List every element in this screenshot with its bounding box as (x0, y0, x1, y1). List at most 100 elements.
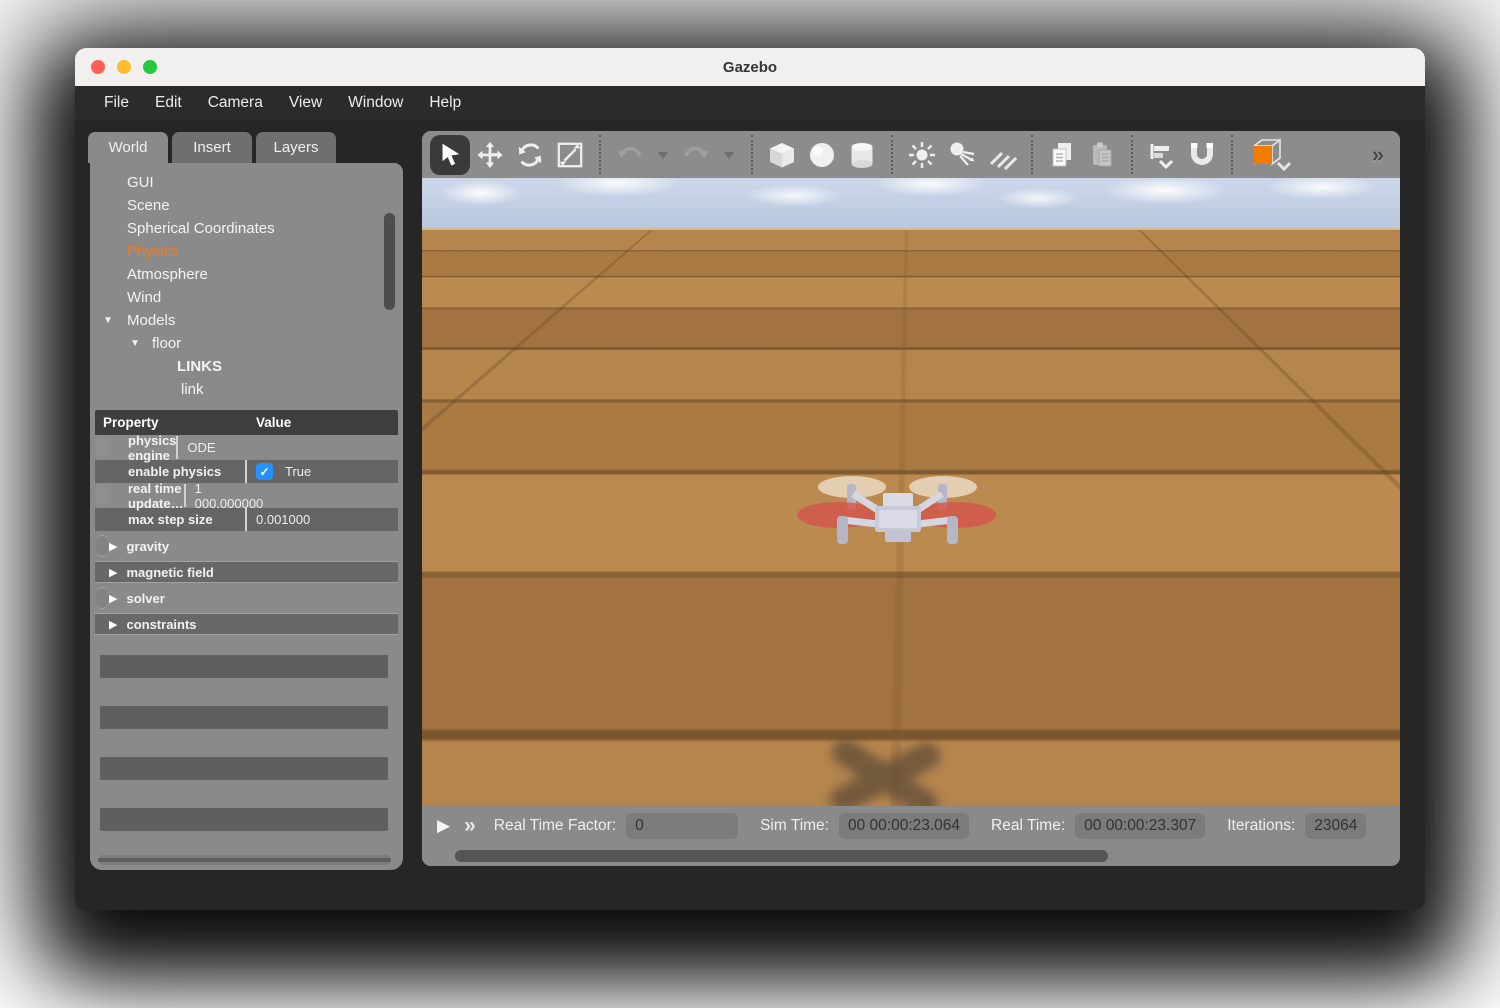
tree-scrollbar[interactable] (384, 213, 395, 310)
box-icon (767, 140, 797, 170)
toolbar-separator (751, 135, 753, 174)
tree-item-models[interactable]: ▼ Models (90, 309, 403, 332)
column-header-property: Property (95, 415, 247, 430)
property-group-magnetic-field[interactable]: ▶ magnetic field (95, 561, 398, 583)
undo-history-dropdown[interactable] (650, 135, 676, 175)
rotate-tool-button[interactable] (510, 135, 550, 175)
toolbar-separator (891, 135, 893, 174)
property-group-constraints[interactable]: ▶ constraints (95, 613, 398, 635)
property-group-gravity[interactable]: ▶ gravity (95, 535, 109, 557)
real-time-value: 00 00:00:23.307 (1075, 813, 1205, 839)
empty-row-bar (100, 808, 388, 831)
scale-tool-button[interactable] (550, 135, 590, 175)
menu-window[interactable]: Window (335, 86, 416, 120)
x-marker-smudge (790, 723, 980, 806)
minimize-button[interactable] (117, 60, 131, 74)
menu-file[interactable]: File (91, 86, 142, 120)
caret-right-icon[interactable]: ▶ (109, 566, 117, 579)
window-title: Gazebo (723, 59, 777, 76)
menu-camera[interactable]: Camera (195, 86, 276, 120)
caret-down-icon[interactable]: ▼ (103, 315, 113, 326)
tab-layers[interactable]: Layers (256, 132, 336, 163)
tree-item-wind[interactable]: Wind (90, 286, 403, 309)
world-panel: GUI Scene Spherical Coordinates Physics … (90, 163, 403, 870)
copy-button[interactable] (1042, 135, 1082, 175)
menu-view[interactable]: View (276, 86, 335, 120)
tree-item-label: Scene (127, 197, 170, 214)
tree-item-gui[interactable]: GUI (90, 171, 403, 194)
property-value[interactable]: 1 000.000000 (186, 484, 264, 507)
close-button[interactable] (91, 60, 105, 74)
insert-box-button[interactable] (762, 135, 802, 175)
tree-item-physics[interactable]: Physics (90, 240, 403, 263)
expand-chevrons-icon[interactable]: » (464, 814, 474, 838)
property-row-real-time-update[interactable]: real time update… 1 000.000000 (95, 484, 109, 507)
property-row-physics-engine[interactable]: physics engine ODE (95, 436, 109, 459)
property-name: physics engine (95, 436, 178, 459)
magnet-icon (1186, 139, 1218, 171)
zoom-button[interactable] (143, 60, 157, 74)
tab-insert[interactable]: Insert (172, 132, 252, 163)
insert-cylinder-button[interactable] (842, 135, 882, 175)
viewport-horizontal-scrollbar[interactable] (455, 850, 1108, 862)
translate-tool-button[interactable] (470, 135, 510, 175)
scale-icon (556, 141, 584, 169)
spot-light-button[interactable] (942, 135, 982, 175)
tree-item-floor[interactable]: ▼ floor (90, 332, 403, 355)
paste-button[interactable] (1082, 135, 1122, 175)
front-right-leg (947, 516, 958, 544)
menu-bar: File Edit Camera View Window Help (75, 86, 1425, 120)
property-group-solver[interactable]: ▶ solver (95, 587, 109, 609)
directional-light-button[interactable] (982, 135, 1022, 175)
property-value[interactable]: ✓ True (247, 460, 398, 483)
undo-button[interactable] (610, 135, 650, 175)
caret-down-icon[interactable]: ▼ (130, 338, 140, 349)
group-label: solver (126, 591, 164, 606)
tree-item-link[interactable]: link (90, 378, 403, 401)
main-content: World Insert Layers GUI Scene Spherical … (75, 120, 1425, 910)
snap-tool-button[interactable] (1182, 135, 1222, 175)
column-header-value: Value (247, 415, 291, 430)
body-bottom (885, 530, 911, 542)
tree-item-spherical-coordinates[interactable]: Spherical Coordinates (90, 217, 403, 240)
caret-down-icon (657, 150, 669, 160)
select-tool-button[interactable] (430, 135, 470, 175)
align-tool-button[interactable] (1142, 135, 1182, 175)
toolbar-separator (1231, 135, 1233, 174)
menu-edit[interactable]: Edit (142, 86, 195, 120)
property-value[interactable]: ODE (178, 436, 215, 459)
insert-sphere-button[interactable] (802, 135, 842, 175)
enable-physics-checkbox[interactable]: ✓ (256, 463, 273, 480)
menu-help[interactable]: Help (416, 86, 474, 120)
redo-history-dropdown[interactable] (716, 135, 742, 175)
physics-property-table: Property Value physics engine ODE enable… (95, 410, 398, 635)
tree-item-label: Models (127, 312, 175, 329)
caret-right-icon[interactable]: ▶ (109, 592, 117, 605)
caret-right-icon[interactable]: ▶ (109, 618, 117, 631)
tree-item-scene[interactable]: Scene (90, 194, 403, 217)
view-angle-button[interactable] (1242, 135, 1298, 175)
tree-item-label: link (181, 381, 204, 398)
sim-time-value: 00 00:00:23.064 (839, 813, 969, 839)
tab-world[interactable]: World (88, 132, 168, 163)
point-light-button[interactable] (902, 135, 942, 175)
tree-item-atmosphere[interactable]: Atmosphere (90, 263, 403, 286)
property-value[interactable]: 0.001000 (247, 508, 398, 531)
tree-item-links[interactable]: LINKS (90, 355, 403, 378)
quadcopter-model[interactable] (795, 466, 1005, 566)
simulation-status-bar: ▶ » Real Time Factor: 0 Sim Time: 00 00:… (422, 806, 1400, 866)
toolbar-overflow-chevrons[interactable]: » (1372, 142, 1382, 168)
property-row-max-step-size[interactable]: max step size 0.001000 (95, 508, 398, 531)
property-name: real time update… (95, 484, 186, 507)
play-button[interactable]: ▶ (437, 816, 450, 836)
gazebo-window: Gazebo File Edit Camera View Window Help… (75, 48, 1425, 910)
caret-right-icon[interactable]: ▶ (109, 540, 117, 553)
empty-row-bar (100, 706, 388, 729)
tree-item-label: Physics (127, 243, 179, 260)
simulation-viewport[interactable] (422, 178, 1400, 806)
cursor-icon (436, 141, 464, 169)
redo-button[interactable] (676, 135, 716, 175)
horizon-haze (422, 230, 1400, 350)
sidebar-horizontal-scrollbar[interactable] (98, 855, 391, 865)
align-icon (1146, 139, 1178, 171)
